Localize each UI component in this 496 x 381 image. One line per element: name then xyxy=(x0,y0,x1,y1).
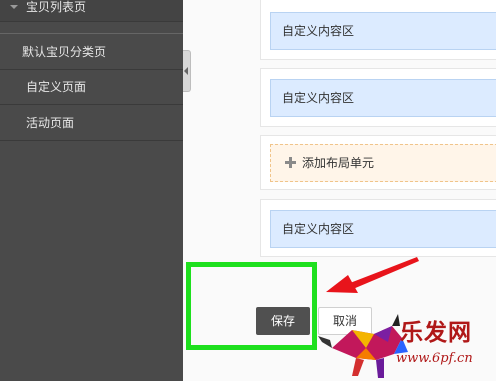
sidebar-collapse-handle[interactable] xyxy=(183,50,191,92)
plus-icon xyxy=(285,157,296,168)
sidebar-item-label: 活动页面 xyxy=(26,116,75,130)
sidebar: 宝贝列表页 默认宝贝分类页 自定义页面 活动页面 xyxy=(0,0,183,381)
sidebar-section-title: 宝贝列表页 xyxy=(26,0,87,14)
module-label: 自定义内容区 xyxy=(282,222,355,236)
add-layout-unit-button[interactable]: 添加布局单元 xyxy=(270,144,496,182)
module-label: 自定义内容区 xyxy=(282,24,355,38)
sidebar-item-default-category[interactable]: 默认宝贝分类页 xyxy=(0,34,183,70)
sidebar-item-label: 默认宝贝分类页 xyxy=(22,45,107,59)
layout-unit: 自定义内容区 xyxy=(260,199,496,257)
highlight-box xyxy=(186,262,317,350)
red-arrow-icon xyxy=(326,257,419,293)
watermark-url: www.6pf.cn xyxy=(396,351,473,366)
layout-unit: 自定义内容区 xyxy=(260,0,496,60)
layout-unit: 添加布局单元 xyxy=(260,135,496,190)
watermark-brand: 乐发网 xyxy=(400,319,472,346)
chevron-left-icon xyxy=(184,67,188,75)
custom-content-module[interactable]: 自定义内容区 xyxy=(270,79,496,117)
sidebar-item-activity-page[interactable]: 活动页面 xyxy=(0,105,183,141)
sidebar-item-custom-page[interactable]: 自定义页面 xyxy=(0,70,183,105)
layout-unit: 自定义内容区 xyxy=(260,68,496,127)
caret-down-icon xyxy=(10,5,18,9)
module-label: 自定义内容区 xyxy=(282,91,355,105)
add-layout-unit-label: 添加布局单元 xyxy=(302,156,375,170)
sidebar-section-product-list[interactable]: 宝贝列表页 xyxy=(0,0,183,22)
sidebar-item-label: 自定义页面 xyxy=(26,80,87,94)
custom-content-module[interactable]: 自定义内容区 xyxy=(270,12,496,50)
custom-content-module[interactable]: 自定义内容区 xyxy=(270,210,496,248)
